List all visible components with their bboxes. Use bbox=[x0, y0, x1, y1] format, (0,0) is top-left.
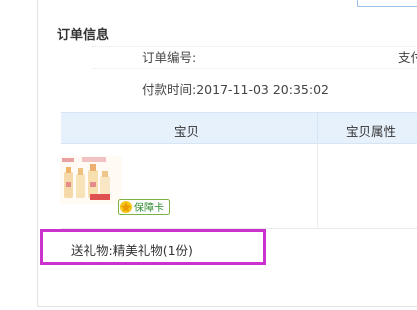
payment-label: 支付 bbox=[398, 50, 417, 65]
row-divider bbox=[317, 143, 318, 227]
order-number-label: 订单编号: bbox=[142, 50, 197, 65]
gift-text: 送礼物:精美礼物(1份) bbox=[71, 243, 193, 258]
badge-label: 保障卡 bbox=[134, 201, 164, 214]
paid-time-label: 付款时间: bbox=[142, 82, 197, 97]
table-header: 宝贝 宝贝属性 bbox=[61, 112, 417, 144]
divider bbox=[92, 46, 417, 47]
paid-time-row: 付款时间:2017-11-03 20:35:02 bbox=[142, 79, 329, 98]
column-header-item: 宝贝 bbox=[174, 124, 200, 139]
paid-time-value: 2017-11-03 20:35:02 bbox=[196, 82, 329, 97]
divider bbox=[92, 68, 417, 69]
warranty-card-badge: 保障卡 bbox=[118, 199, 170, 215]
section-title: 订单信息 bbox=[57, 28, 110, 43]
column-divider bbox=[317, 112, 318, 143]
column-header-attributes: 宝贝属性 bbox=[346, 124, 397, 139]
product-thumbnail[interactable] bbox=[60, 156, 122, 204]
